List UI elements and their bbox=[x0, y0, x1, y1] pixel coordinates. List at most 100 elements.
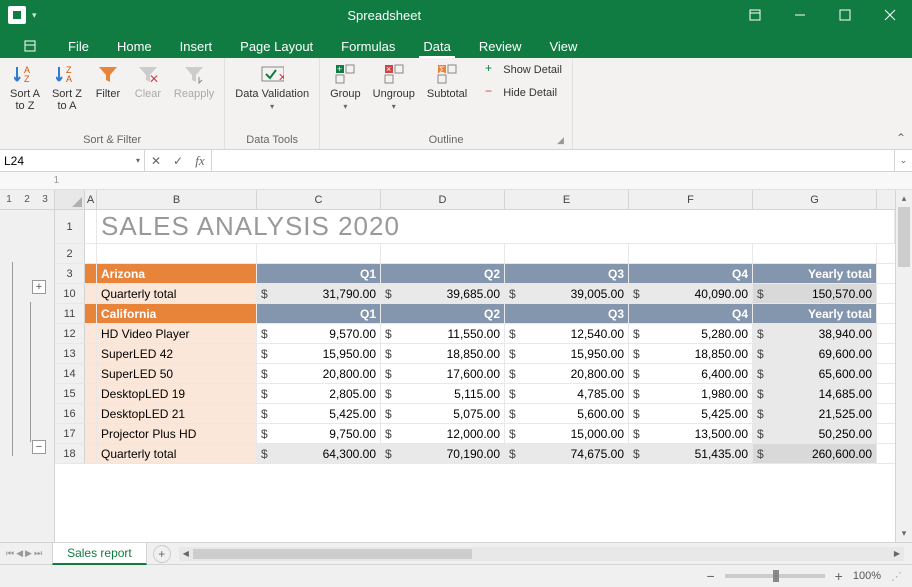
expand-formula-bar-icon[interactable]: ⌄ bbox=[894, 150, 912, 171]
add-sheet-button[interactable]: + bbox=[153, 545, 171, 563]
cell[interactable] bbox=[85, 264, 97, 283]
cell[interactable] bbox=[753, 244, 877, 263]
show-detail-button[interactable]: +Show Detail bbox=[481, 60, 566, 79]
cell[interactable]: $69,600.00 bbox=[753, 344, 877, 363]
outline-level-1[interactable]: 1 bbox=[0, 190, 18, 209]
cell[interactable] bbox=[85, 324, 97, 343]
cell[interactable]: $40,090.00 bbox=[629, 284, 753, 303]
sort-za-button[interactable]: ZASort Z to A bbox=[48, 60, 86, 114]
cell[interactable] bbox=[85, 284, 97, 303]
cell[interactable]: $9,750.00 bbox=[257, 424, 381, 443]
row-header-2[interactable]: 2 bbox=[55, 244, 85, 263]
cell[interactable]: $18,850.00 bbox=[629, 344, 753, 363]
cell[interactable]: $150,570.00 bbox=[753, 284, 877, 303]
close-button[interactable] bbox=[867, 0, 912, 30]
hscroll-left-icon[interactable]: ◀ bbox=[179, 549, 193, 558]
sheet-tab[interactable]: Sales report bbox=[52, 542, 147, 565]
cell[interactable] bbox=[85, 364, 97, 383]
cell[interactable]: $74,675.00 bbox=[505, 444, 629, 463]
outline-toggle[interactable]: + bbox=[32, 280, 46, 294]
hscroll-right-icon[interactable]: ▶ bbox=[890, 549, 904, 558]
cell[interactable]: $31,790.00 bbox=[257, 284, 381, 303]
vertical-scrollbar[interactable]: ▴ ▾ bbox=[895, 190, 912, 542]
cell[interactable]: DesktopLED 21 bbox=[97, 404, 257, 423]
scroll-up-icon[interactable]: ▴ bbox=[896, 190, 912, 207]
cell[interactable]: Q1 bbox=[257, 264, 381, 283]
resize-grip-icon[interactable]: ⋰ bbox=[891, 570, 902, 583]
select-all-corner[interactable] bbox=[55, 190, 85, 209]
group-button[interactable]: +Group▾ bbox=[326, 60, 365, 113]
filter-button[interactable]: Filter bbox=[90, 60, 126, 102]
cell[interactable]: $17,600.00 bbox=[381, 364, 505, 383]
row-header-15[interactable]: 15 bbox=[55, 384, 85, 403]
cell[interactable]: HD Video Player bbox=[97, 324, 257, 343]
cell[interactable]: $15,000.00 bbox=[505, 424, 629, 443]
menu-tab-view[interactable]: View bbox=[535, 35, 591, 58]
cell[interactable]: SuperLED 42 bbox=[97, 344, 257, 363]
row-header-11[interactable]: 11 bbox=[55, 304, 85, 323]
accept-formula-icon[interactable]: ✓ bbox=[167, 154, 189, 168]
cell[interactable]: $39,685.00 bbox=[381, 284, 505, 303]
cell[interactable]: $21,525.00 bbox=[753, 404, 877, 423]
row-header-12[interactable]: 12 bbox=[55, 324, 85, 343]
cell[interactable] bbox=[85, 444, 97, 463]
cell[interactable]: $20,800.00 bbox=[257, 364, 381, 383]
cell[interactable]: $12,540.00 bbox=[505, 324, 629, 343]
cell[interactable]: $5,425.00 bbox=[629, 404, 753, 423]
cell[interactable]: SuperLED 50 bbox=[97, 364, 257, 383]
cell[interactable]: Q3 bbox=[505, 304, 629, 323]
cell[interactable]: $260,600.00 bbox=[753, 444, 877, 463]
cell[interactable]: $38,940.00 bbox=[753, 324, 877, 343]
cell[interactable]: $15,950.00 bbox=[257, 344, 381, 363]
cell[interactable]: SALES ANALYSIS 2020 bbox=[97, 210, 895, 243]
outline-level-3[interactable]: 3 bbox=[36, 190, 54, 209]
row-header-17[interactable]: 17 bbox=[55, 424, 85, 443]
cell[interactable]: $14,685.00 bbox=[753, 384, 877, 403]
cell[interactable]: Q4 bbox=[629, 264, 753, 283]
name-box-dropdown-icon[interactable]: ▾ bbox=[136, 156, 140, 165]
file-tab-icon[interactable] bbox=[8, 34, 52, 58]
hscroll-thumb[interactable] bbox=[193, 549, 472, 559]
col-header-F[interactable]: F bbox=[629, 190, 753, 209]
zoom-slider[interactable] bbox=[725, 574, 825, 578]
cell[interactable]: $20,800.00 bbox=[505, 364, 629, 383]
cell[interactable]: $5,600.00 bbox=[505, 404, 629, 423]
cell[interactable] bbox=[85, 304, 97, 323]
cell[interactable]: Q1 bbox=[257, 304, 381, 323]
row-header-13[interactable]: 13 bbox=[55, 344, 85, 363]
outline-toggle[interactable]: − bbox=[32, 440, 46, 454]
sheet-last-icon[interactable]: ⏭ bbox=[34, 548, 42, 559]
row-header-18[interactable]: 18 bbox=[55, 444, 85, 463]
col-header-B[interactable]: B bbox=[97, 190, 257, 209]
validation-button[interactable]: ✕Data Validation▾ bbox=[231, 60, 313, 113]
cell[interactable]: $5,280.00 bbox=[629, 324, 753, 343]
menu-tab-home[interactable]: Home bbox=[103, 35, 166, 58]
cell[interactable] bbox=[97, 244, 257, 263]
cell[interactable] bbox=[85, 424, 97, 443]
cell[interactable] bbox=[629, 244, 753, 263]
collapse-ribbon-icon[interactable]: ⌃ bbox=[896, 131, 906, 145]
subtotal-button[interactable]: ΣSubtotal bbox=[423, 60, 471, 102]
cell[interactable]: $39,005.00 bbox=[505, 284, 629, 303]
grid-rows[interactable]: 1SALES ANALYSIS 202023ArizonaQ1Q2Q3Q4Yea… bbox=[55, 210, 895, 542]
cell[interactable]: Yearly total bbox=[753, 304, 877, 323]
zoom-level[interactable]: 100% bbox=[853, 570, 881, 582]
horizontal-scrollbar[interactable]: ◀ ▶ bbox=[179, 547, 904, 561]
cell[interactable]: California bbox=[97, 304, 257, 323]
col-header-A[interactable]: A bbox=[85, 190, 97, 209]
col-header-E[interactable]: E bbox=[505, 190, 629, 209]
menu-tab-data[interactable]: Data bbox=[409, 35, 464, 58]
cell[interactable]: $1,980.00 bbox=[629, 384, 753, 403]
cancel-formula-icon[interactable]: ✕ bbox=[145, 154, 167, 168]
cell[interactable]: $2,805.00 bbox=[257, 384, 381, 403]
cell[interactable] bbox=[85, 244, 97, 263]
cell[interactable] bbox=[85, 210, 97, 243]
cell[interactable]: $13,500.00 bbox=[629, 424, 753, 443]
cell[interactable]: Arizona bbox=[97, 264, 257, 283]
cell[interactable] bbox=[257, 244, 381, 263]
cell[interactable]: Quarterly total bbox=[97, 444, 257, 463]
menu-tab-page-layout[interactable]: Page Layout bbox=[226, 35, 327, 58]
col-header-G[interactable]: G bbox=[753, 190, 877, 209]
menu-tab-file[interactable]: File bbox=[54, 35, 103, 58]
outline-level-2[interactable]: 2 bbox=[18, 190, 36, 209]
